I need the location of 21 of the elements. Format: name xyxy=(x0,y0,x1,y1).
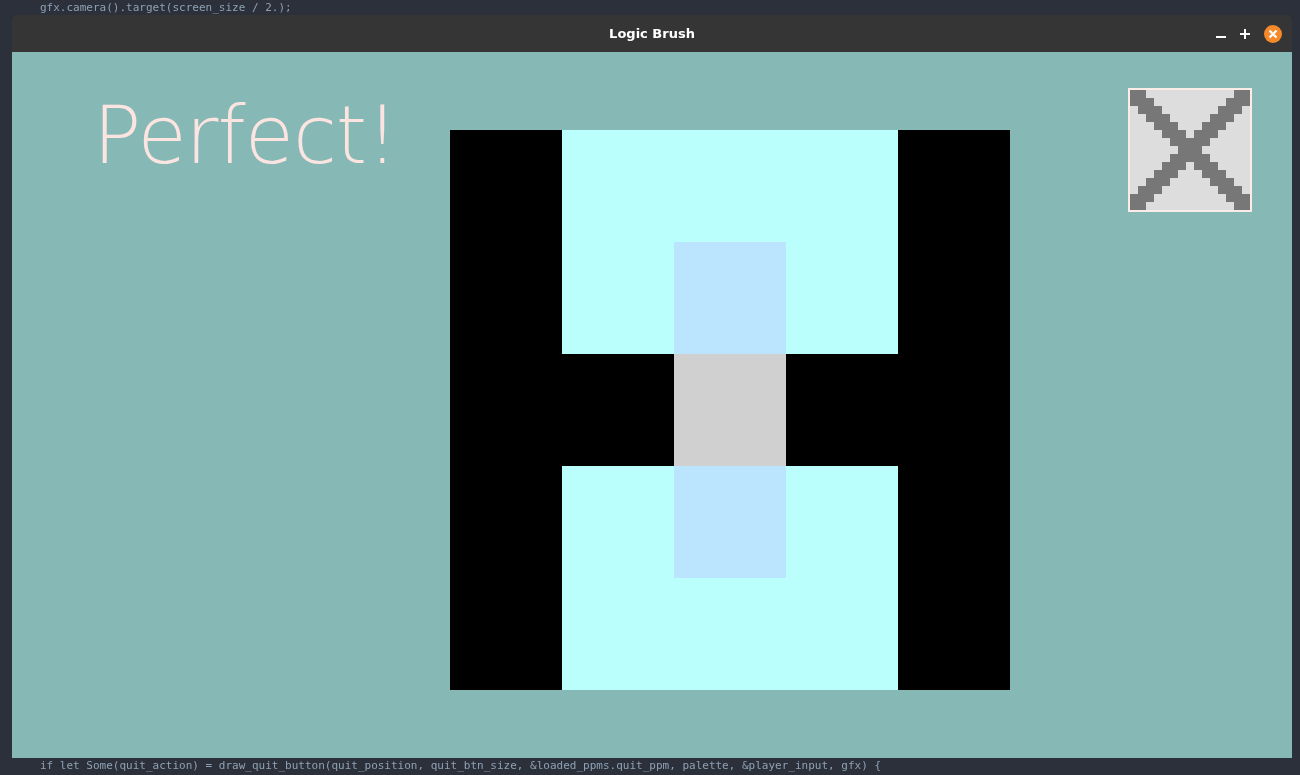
cross-icon xyxy=(1130,90,1250,210)
puzzle-cell[interactable] xyxy=(450,578,562,690)
puzzle-cell[interactable] xyxy=(562,354,674,466)
puzzle-cell[interactable] xyxy=(674,242,786,354)
puzzle-cell[interactable] xyxy=(562,466,674,578)
quit-button[interactable] xyxy=(1128,88,1252,212)
puzzle-cell[interactable] xyxy=(562,242,674,354)
maximize-icon[interactable] xyxy=(1240,28,1250,39)
puzzle-cell[interactable] xyxy=(674,466,786,578)
code-line: gfx.camera().target(screen_size / 2.); xyxy=(40,1,292,15)
puzzle-cell[interactable] xyxy=(674,354,786,466)
close-icon[interactable] xyxy=(1264,24,1282,43)
puzzle-cell[interactable] xyxy=(786,466,898,578)
puzzle-cell[interactable] xyxy=(898,578,1010,690)
puzzle-cell[interactable] xyxy=(898,130,1010,242)
status-text: Perfect! xyxy=(93,96,399,176)
puzzle-cell[interactable] xyxy=(450,130,562,242)
window-title: Logic Brush xyxy=(609,24,695,43)
puzzle-cell[interactable] xyxy=(786,242,898,354)
puzzle-cell[interactable] xyxy=(786,354,898,466)
code-line: if let Some(quit_action) = draw_quit_button(quit_position, quit_btn_size, &loaded_ppms.quit_ppm, palette, &player_input, gfx) { xyxy=(40,759,882,773)
